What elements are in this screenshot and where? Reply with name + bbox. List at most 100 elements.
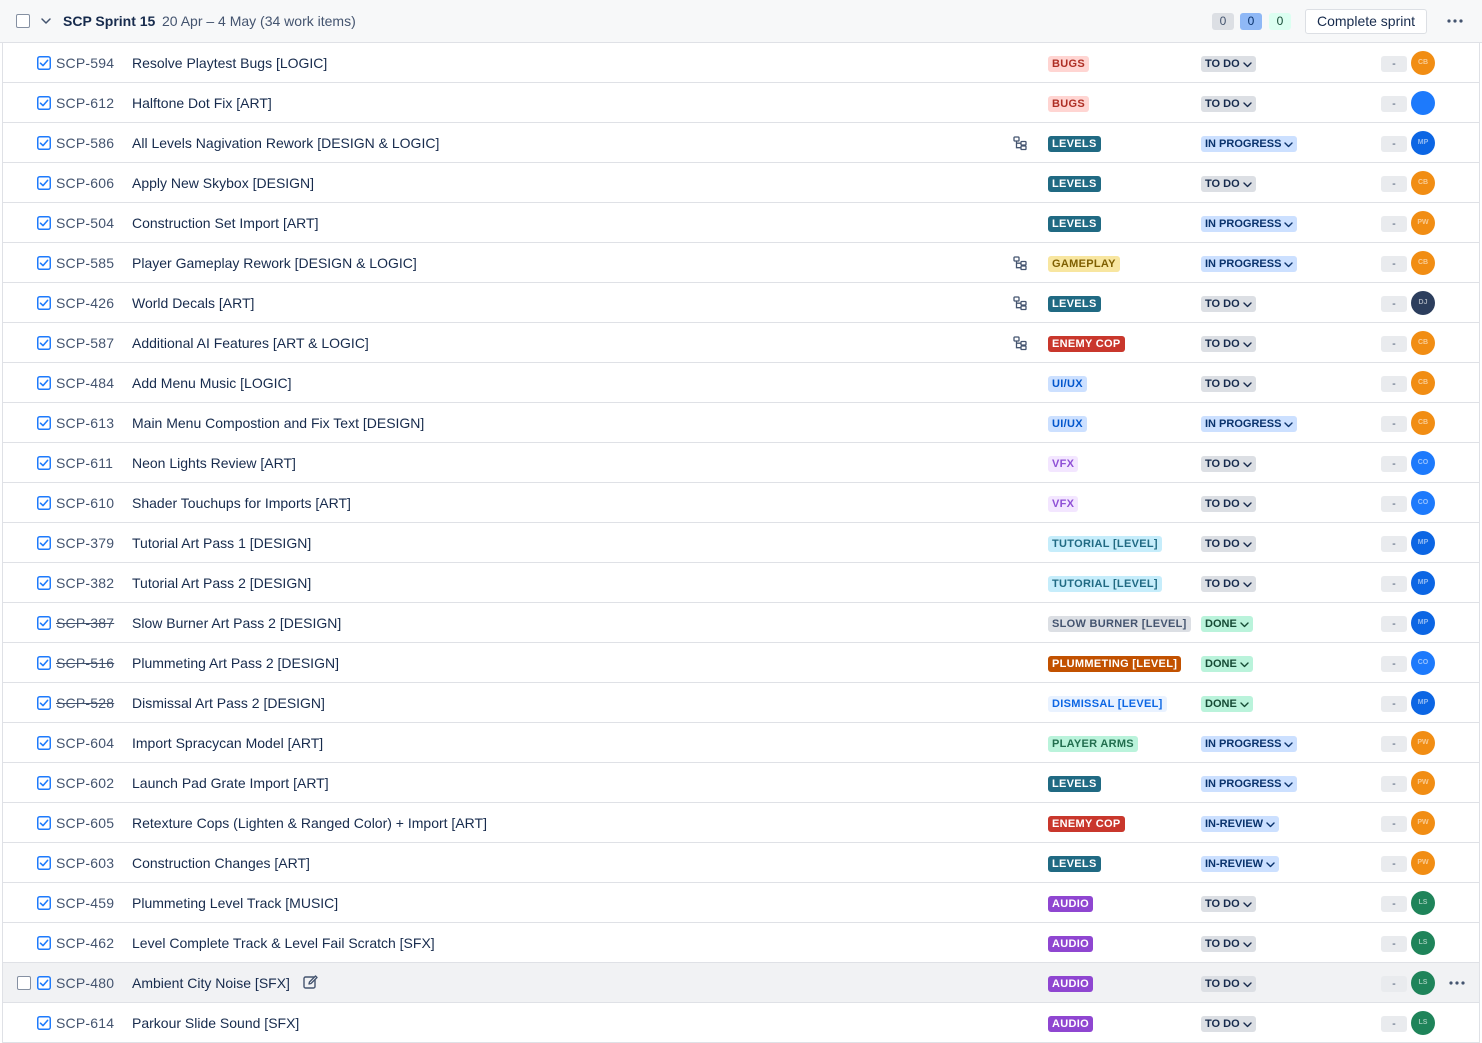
issue-key-link[interactable]: SCP-379 — [56, 535, 114, 551]
issue-summary[interactable]: Level Complete Track & Level Fail Scratc… — [132, 935, 435, 951]
story-points-estimate[interactable]: - — [1381, 576, 1407, 592]
child-issues-icon[interactable] — [1012, 135, 1028, 151]
table-row[interactable]: SCP-611 Neon Lights Review [ART] VFX TO DO -… — [3, 443, 1479, 483]
child-issues-icon[interactable] — [1012, 295, 1028, 311]
assignee-avatar[interactable]: CB — [1411, 411, 1435, 435]
status-dropdown[interactable]: TO DO — [1201, 1016, 1256, 1032]
table-row[interactable]: SCP-606 Apply New Skybox [DESIGN] LEVELS TO… — [3, 163, 1479, 203]
sprint-select-checkbox[interactable] — [16, 14, 30, 28]
assignee-avatar[interactable]: MP — [1411, 531, 1435, 555]
issue-summary[interactable]: All Levels Nagivation Rework [DESIGN & L… — [132, 135, 439, 151]
issue-key-link[interactable]: SCP-602 — [56, 775, 114, 791]
status-dropdown[interactable]: TO DO — [1201, 936, 1256, 952]
epic-badge[interactable]: UI/UX — [1048, 376, 1087, 392]
assignee-avatar[interactable]: MP — [1411, 571, 1435, 595]
chevron-down-icon[interactable] — [38, 13, 54, 29]
assignee-avatar[interactable]: CO — [1411, 651, 1435, 675]
issue-key-link[interactable]: SCP-613 — [56, 415, 114, 431]
issue-summary[interactable]: Ambient City Noise [SFX] — [132, 975, 290, 991]
status-dropdown[interactable]: TO DO — [1201, 56, 1256, 72]
epic-badge[interactable]: LEVELS — [1048, 856, 1101, 872]
epic-badge[interactable]: UI/UX — [1048, 416, 1087, 432]
table-row[interactable]: SCP-462 Level Complete Track & Level Fail… — [3, 923, 1479, 963]
assignee-avatar[interactable]: CB — [1411, 171, 1435, 195]
table-row[interactable]: SCP-613 Main Menu Compostion and Fix Text… — [3, 403, 1479, 443]
assignee-avatar[interactable]: MP — [1411, 131, 1435, 155]
issue-summary[interactable]: Tutorial Art Pass 2 [DESIGN] — [132, 575, 311, 591]
story-points-estimate[interactable]: - — [1381, 256, 1407, 272]
assignee-avatar[interactable]: LS — [1411, 931, 1435, 955]
issue-summary[interactable]: Dismissal Art Pass 2 [DESIGN] — [132, 695, 325, 711]
status-dropdown[interactable]: TO DO — [1201, 576, 1256, 592]
table-row[interactable]: SCP-594 Resolve Playtest Bugs [LOGIC] BUGS… — [3, 43, 1479, 83]
assignee-avatar[interactable]: PW — [1411, 851, 1435, 875]
story-points-estimate[interactable]: - — [1381, 656, 1407, 672]
assignee-avatar[interactable]: LS — [1411, 1011, 1435, 1035]
assignee-avatar[interactable]: DJ — [1411, 291, 1435, 315]
assignee-avatar[interactable]: CB — [1411, 371, 1435, 395]
table-row[interactable]: SCP-610 Shader Touchups for Imports [ART]… — [3, 483, 1479, 523]
status-dropdown[interactable]: DONE — [1201, 656, 1253, 672]
epic-badge[interactable]: TUTORIAL [LEVEL] — [1048, 536, 1162, 552]
status-dropdown[interactable]: TO DO — [1201, 336, 1256, 352]
child-issues-icon[interactable] — [1012, 255, 1028, 271]
issue-key-link[interactable]: SCP-484 — [56, 375, 114, 391]
story-points-estimate[interactable]: - — [1381, 56, 1407, 72]
table-row[interactable]: SCP-604 Import Spracycan Model [ART] PLAYE… — [3, 723, 1479, 763]
epic-badge[interactable]: LEVELS — [1048, 776, 1101, 792]
assignee-avatar[interactable]: PW — [1411, 811, 1435, 835]
story-points-estimate[interactable]: - — [1381, 496, 1407, 512]
assignee-avatar[interactable]: CB — [1411, 251, 1435, 275]
epic-badge[interactable]: AUDIO — [1048, 1016, 1093, 1032]
story-points-estimate[interactable]: - — [1381, 696, 1407, 712]
assignee-avatar[interactable]: MP — [1411, 691, 1435, 715]
epic-badge[interactable]: VFX — [1048, 496, 1079, 512]
story-points-estimate[interactable]: - — [1381, 616, 1407, 632]
status-dropdown[interactable]: DONE — [1201, 616, 1253, 632]
table-row[interactable]: SCP-605 Retexture Cops (Lighten & Ranged … — [3, 803, 1479, 843]
story-points-estimate[interactable]: - — [1381, 176, 1407, 192]
assignee-avatar[interactable]: CO — [1411, 491, 1435, 515]
assignee-avatar[interactable]: CO — [1411, 451, 1435, 475]
table-row[interactable]: SCP-612 Halftone Dot Fix [ART] BUGS TO DO - — [3, 83, 1479, 123]
status-dropdown[interactable]: TO DO — [1201, 496, 1256, 512]
story-points-estimate[interactable]: - — [1381, 136, 1407, 152]
issue-summary[interactable]: Neon Lights Review [ART] — [132, 455, 296, 471]
assignee-avatar[interactable]: MP — [1411, 611, 1435, 635]
status-dropdown[interactable]: DONE — [1201, 696, 1253, 712]
epic-badge[interactable]: DISMISSAL [LEVEL] — [1048, 696, 1167, 712]
issue-key-link[interactable]: SCP-612 — [56, 95, 114, 111]
issue-summary[interactable]: Plummeting Level Track [MUSIC] — [132, 895, 338, 911]
status-dropdown[interactable]: IN PROGRESS — [1201, 736, 1298, 752]
issue-key-link[interactable]: SCP-462 — [56, 935, 114, 951]
epic-badge[interactable]: ENEMY COP — [1048, 816, 1125, 832]
issue-summary[interactable]: Tutorial Art Pass 1 [DESIGN] — [132, 535, 311, 551]
story-points-estimate[interactable]: - — [1381, 336, 1407, 352]
status-dropdown[interactable]: IN PROGRESS — [1201, 776, 1298, 792]
child-issues-icon[interactable] — [1012, 335, 1028, 351]
story-points-estimate[interactable]: - — [1381, 856, 1407, 872]
issue-key-link[interactable]: SCP-610 — [56, 495, 114, 511]
issue-key-link[interactable]: SCP-382 — [56, 575, 114, 591]
issue-key-link[interactable]: SCP-387 — [56, 615, 114, 631]
story-points-estimate[interactable]: - — [1381, 936, 1407, 952]
story-points-estimate[interactable]: - — [1381, 96, 1407, 112]
assignee-avatar[interactable]: LS — [1411, 971, 1435, 995]
epic-badge[interactable]: BUGS — [1048, 96, 1089, 112]
table-row[interactable]: SCP-459 Plummeting Level Track [MUSIC] AUD… — [3, 883, 1479, 923]
issue-key-link[interactable]: SCP-594 — [56, 55, 114, 71]
status-dropdown[interactable]: IN-REVIEW — [1201, 816, 1280, 832]
issue-summary[interactable]: Shader Touchups for Imports [ART] — [132, 495, 351, 511]
table-row[interactable]: SCP-426 World Decals [ART] LEVELS TO DO - DJ — [3, 283, 1479, 323]
epic-badge[interactable]: GAMEPLAY — [1048, 256, 1120, 272]
epic-badge[interactable]: AUDIO — [1048, 976, 1093, 992]
table-row[interactable]: SCP-382 Tutorial Art Pass 2 [DESIGN] TUTOR… — [3, 563, 1479, 603]
complete-sprint-button[interactable]: Complete sprint — [1305, 9, 1428, 34]
status-dropdown[interactable]: TO DO — [1201, 96, 1256, 112]
issue-summary[interactable]: Launch Pad Grate Import [ART] — [132, 775, 329, 791]
more-options-icon[interactable] — [1444, 13, 1466, 29]
issue-key-link[interactable]: SCP-606 — [56, 175, 114, 191]
table-row[interactable]: SCP-504 Construction Set Import [ART] LEVE… — [3, 203, 1479, 243]
epic-badge[interactable]: PLUMMETING [LEVEL] — [1048, 656, 1182, 672]
issue-summary[interactable]: World Decals [ART] — [132, 295, 254, 311]
